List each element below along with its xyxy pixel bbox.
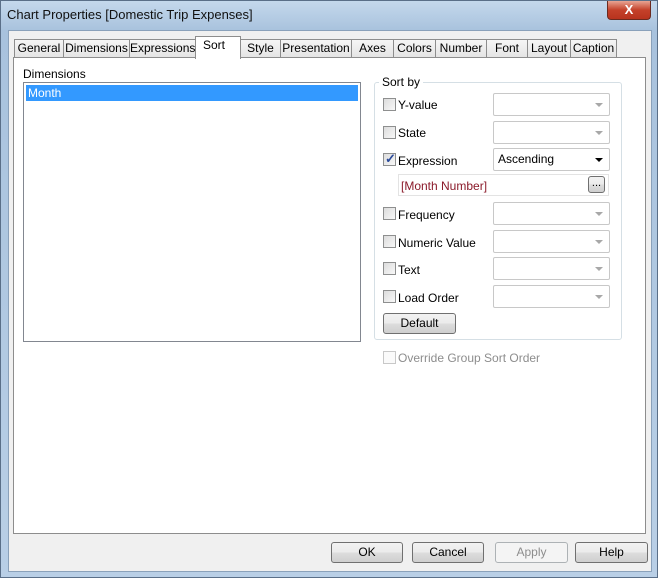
state-label: State <box>398 126 427 140</box>
dimensions-list[interactable]: Month <box>23 82 361 342</box>
text-label: Text <box>398 263 421 277</box>
tab-general[interactable]: General <box>14 39 64 58</box>
expression-input[interactable]: [Month Number] ... <box>398 174 609 196</box>
text-order-dropdown[interactable] <box>493 257 610 280</box>
frequency-label: Frequency <box>398 208 455 222</box>
state-checkbox[interactable] <box>383 126 396 139</box>
load-order-order-dropdown[interactable] <box>493 285 610 308</box>
dimensions-label: Dimensions <box>23 67 86 81</box>
state-order-dropdown[interactable] <box>493 121 610 144</box>
load-order-checkbox[interactable] <box>383 290 396 303</box>
list-item[interactable]: Month <box>26 85 358 101</box>
override-group-sort-checkbox[interactable] <box>383 351 396 364</box>
window-title: Chart Properties [Domestic Trip Expenses… <box>7 7 253 22</box>
help-button[interactable]: Help <box>575 542 648 563</box>
frequency-order-dropdown[interactable] <box>493 202 610 225</box>
expression-value: [Month Number] <box>401 179 488 193</box>
load-order-label: Load Order <box>398 291 459 305</box>
sort-by-label: Sort by <box>379 75 424 89</box>
ok-button[interactable]: OK <box>331 542 403 563</box>
dialog-client: General Dimensions Expressions Sort Styl… <box>8 30 652 572</box>
tab-caption[interactable]: Caption <box>570 39 617 58</box>
expression-label: Expression <box>398 154 458 168</box>
numeric-value-order-dropdown[interactable] <box>493 230 610 253</box>
tab-layout[interactable]: Layout <box>527 39 571 58</box>
tab-dimensions[interactable]: Dimensions <box>63 39 130 58</box>
frequency-checkbox[interactable] <box>383 207 396 220</box>
default-button[interactable]: Default <box>383 313 456 334</box>
tab-number[interactable]: Number <box>435 39 487 58</box>
tab-style[interactable]: Style <box>240 39 281 58</box>
cancel-button[interactable]: Cancel <box>412 542 484 563</box>
override-group-sort-label: Override Group Sort Order <box>398 351 541 365</box>
chart-properties-dialog: Chart Properties [Domestic Trip Expenses… <box>0 0 658 578</box>
y-value-order-dropdown[interactable] <box>493 93 610 116</box>
expression-checkbox[interactable] <box>383 151 396 167</box>
expression-edit-button[interactable]: ... <box>588 176 605 193</box>
dropdown-value: Ascending <box>498 152 555 166</box>
numeric-value-label: Numeric Value <box>398 236 476 250</box>
tab-sort[interactable]: Sort <box>195 36 241 59</box>
y-value-checkbox[interactable] <box>383 98 396 111</box>
tab-axes[interactable]: Axes <box>351 39 394 58</box>
expression-order-dropdown[interactable]: Ascending <box>493 148 610 171</box>
y-value-label: Y-value <box>398 98 438 112</box>
close-button[interactable]: X <box>607 1 651 20</box>
apply-button[interactable]: Apply <box>495 542 568 563</box>
tab-presentation[interactable]: Presentation <box>280 39 352 58</box>
tab-font[interactable]: Font <box>486 39 528 58</box>
numeric-value-checkbox[interactable] <box>383 235 396 248</box>
text-checkbox[interactable] <box>383 262 396 275</box>
tab-expressions[interactable]: Expressions <box>129 39 196 58</box>
tab-colors[interactable]: Colors <box>393 39 436 58</box>
